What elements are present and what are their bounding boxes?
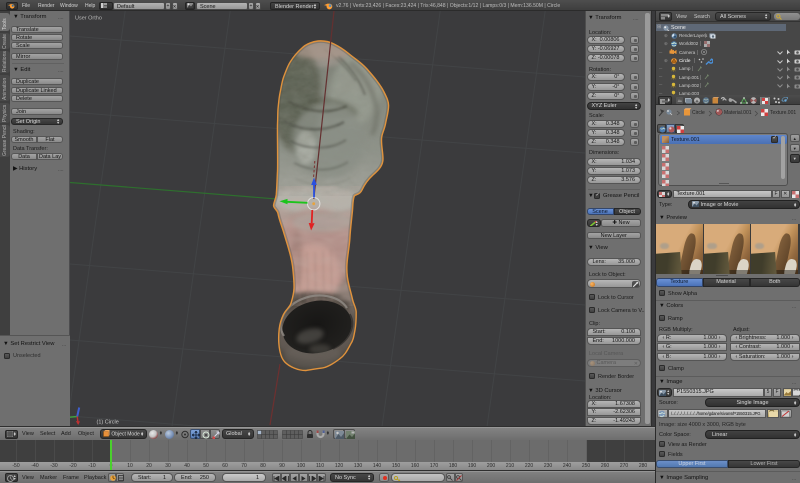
svg-text:User Ortho: User Ortho (75, 16, 102, 22)
svg-text:(1) Circle: (1) Circle (97, 420, 119, 426)
